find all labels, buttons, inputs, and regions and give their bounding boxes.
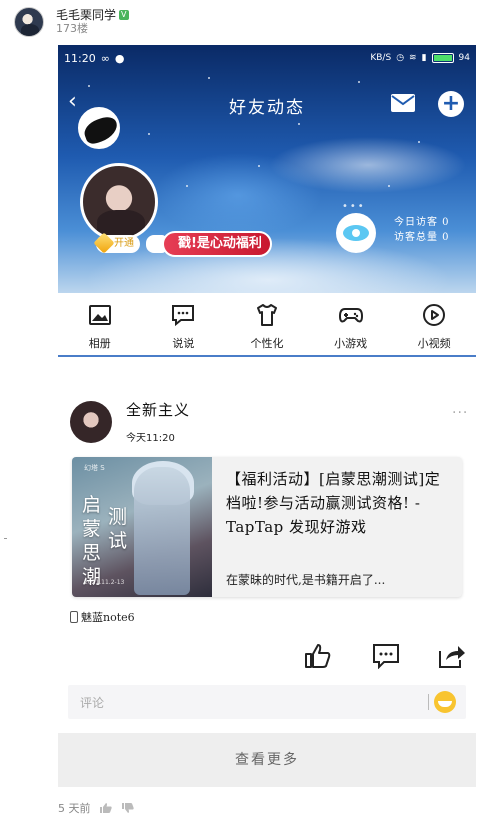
post-time-ago: 5 天前 (58, 802, 91, 815)
feature-personalize[interactable]: 个性化 (225, 295, 309, 355)
feature-label: 小视频 (417, 337, 451, 350)
battery-level: 94 (458, 53, 470, 63)
photo-icon (88, 305, 111, 325)
game-tag: 幻塔 S (84, 464, 105, 472)
feature-label: 个性化 (250, 337, 284, 350)
divider (58, 355, 476, 357)
chat-icon: ● (114, 51, 125, 65)
post-header: 毛毛栗同学 V 173楼 (14, 4, 129, 40)
status-time: 11:20 (64, 51, 96, 65)
username[interactable]: 毛毛栗同学 (56, 8, 116, 22)
net-speed: KB/S (370, 53, 392, 63)
like-icon[interactable] (304, 643, 332, 669)
game-thumbnail: 幻塔 S 启蒙 测试 思潮 2021.11.2-13 (72, 457, 212, 597)
author-name[interactable]: 全新主义 (126, 399, 190, 420)
divider (428, 694, 429, 710)
post-footer: 5 天前 (58, 800, 135, 816)
level-badge: V (119, 10, 129, 20)
feature-status[interactable]: 说说 (142, 295, 226, 355)
feature-video[interactable]: 小视频 (392, 295, 476, 355)
card-subtitle: 在蒙昧的时代,是书籍开启了... (226, 573, 386, 587)
add-button[interactable]: + (438, 91, 464, 117)
avatar[interactable] (14, 7, 44, 37)
post-time: 今天11:20 (126, 433, 175, 444)
signal-icon: ▮ (421, 53, 427, 63)
game-date: 2021.11.2-13 (84, 579, 125, 586)
feature-album[interactable]: 相册 (58, 295, 142, 355)
wifi-icon: ≋ (409, 53, 417, 63)
total-visitors: 访客总量 0 (394, 232, 450, 243)
infinity-icon: ∞ (100, 51, 110, 65)
feature-label: 说说 (172, 337, 195, 350)
post-user: 毛毛栗同学 V (56, 8, 129, 22)
share-icon[interactable] (438, 643, 466, 669)
gamepad-icon (338, 308, 363, 323)
phone-icon (70, 611, 78, 623)
play-icon (423, 304, 446, 326)
device-name: 魅蓝note6 (81, 611, 135, 624)
promo-button[interactable]: 戳!是心动福利 (162, 231, 272, 257)
thumbs-down-icon[interactable] (121, 802, 135, 814)
feature-label: 小游戏 (334, 337, 368, 350)
today-visitors: 今日访客 0 (394, 217, 450, 228)
emoji-icon[interactable] (434, 691, 456, 713)
comment-input[interactable]: 评论 (68, 685, 466, 719)
profile-avatar[interactable] (80, 163, 158, 241)
mail-icon[interactable] (390, 93, 416, 113)
comment-icon[interactable] (372, 643, 400, 669)
friend-avatar[interactable] (78, 107, 120, 149)
view-more-button[interactable]: 查看更多 (58, 733, 476, 787)
feature-label: 相册 (88, 337, 111, 350)
card-title: 【福利活动】[启蒙思潮测试]定档啦!参与活动赢测试资格! - TapTap 发现… (226, 470, 441, 536)
comment-placeholder: 评论 (80, 696, 105, 710)
divider (4, 538, 7, 539)
battery-icon (431, 53, 454, 63)
visitor-stats[interactable]: 今日访客 0 访客总量 0 (394, 215, 450, 245)
status-bar: 11:20 ∞ ● KB/S ◷ ≋ ▮ 94 (58, 45, 476, 71)
more-icon[interactable]: ··· (452, 405, 468, 421)
author-avatar[interactable] (70, 401, 112, 443)
alarm-icon: ◷ (396, 53, 405, 63)
device-info: 魅蓝note6 (70, 609, 135, 625)
eye-icon (343, 225, 369, 241)
speech-icon (172, 305, 195, 327)
thumbs-up-icon[interactable] (99, 802, 113, 814)
page-dots: ••• (342, 201, 366, 212)
share-card[interactable]: 幻塔 S 启蒙 测试 思潮 2021.11.2-13 【福利活动】[启蒙思潮测试… (72, 457, 462, 597)
visitor-button[interactable] (336, 213, 376, 253)
feature-minigame[interactable]: 小游戏 (309, 295, 393, 355)
shirt-icon (256, 304, 277, 326)
embedded-screenshot[interactable]: 11:20 ∞ ● KB/S ◷ ≋ ▮ 94 ‹ 好友动态 + 开通 戳!是心… (58, 45, 476, 793)
post-meta: 毛毛栗同学 V 173楼 (56, 8, 129, 36)
floor-number: 173楼 (56, 22, 88, 35)
feature-row: 相册 说说 个性化 小游戏 小视频 (58, 295, 476, 355)
